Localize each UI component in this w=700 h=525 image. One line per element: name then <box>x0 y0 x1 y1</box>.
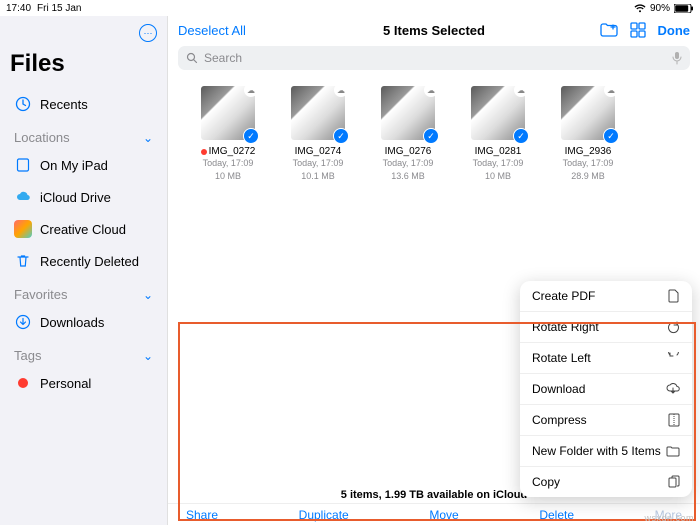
popover-copy[interactable]: Copy <box>520 467 692 497</box>
search-icon <box>186 52 198 64</box>
compress-icon <box>668 413 680 427</box>
rotate-right-icon <box>667 321 680 334</box>
cloud-badge-icon: ☁ <box>334 83 348 97</box>
cloud-badge-icon: ☁ <box>244 83 258 97</box>
selected-check-icon: ✓ <box>333 128 349 144</box>
file-item[interactable]: ☁ ✓ IMG_0272 Today, 17:09 10 MB <box>192 86 264 182</box>
cloud-badge-icon: ☁ <box>514 83 528 97</box>
download-cloud-icon <box>666 383 680 395</box>
file-thumbnail: ☁ ✓ <box>381 86 435 140</box>
cloud-icon <box>14 188 32 206</box>
selection-title: 5 Items Selected <box>383 23 485 38</box>
section-favorites[interactable]: Favorites ⌄ <box>10 287 157 302</box>
chevron-down-icon: ⌄ <box>143 288 153 302</box>
done-button[interactable]: Done <box>658 23 691 38</box>
file-item[interactable]: ☁ ✓ IMG_2936 Today, 17:09 28.9 MB <box>552 86 624 182</box>
file-thumbnail: ☁ ✓ <box>471 86 525 140</box>
trash-icon <box>14 252 32 270</box>
popover-new-folder[interactable]: New Folder with 5 Items <box>520 436 692 467</box>
status-bar: 17:40 Fri 15 Jan 90% <box>0 0 700 16</box>
tag-dot-icon <box>201 149 207 155</box>
file-thumbnail: ☁ ✓ <box>291 86 345 140</box>
selected-check-icon: ✓ <box>603 128 619 144</box>
folder-plus-icon <box>666 445 680 457</box>
copy-icon <box>668 475 680 489</box>
bottom-toolbar: Share Duplicate Move Delete More <box>168 503 700 525</box>
popover-compress[interactable]: Compress <box>520 405 692 436</box>
sidebar-title: Files <box>10 50 157 78</box>
file-item[interactable]: ☁ ✓ IMG_0274 Today, 17:09 10.1 MB <box>282 86 354 182</box>
sidebar-item-creativecloud[interactable]: Creative Cloud <box>10 215 157 243</box>
section-tags[interactable]: Tags ⌄ <box>10 348 157 363</box>
share-button[interactable]: Share <box>186 508 218 522</box>
sidebar-item-recentlydeleted[interactable]: Recently Deleted <box>10 247 157 275</box>
sidebar-recents[interactable]: Recents <box>10 90 157 118</box>
popover-rotate-left[interactable]: Rotate Left <box>520 343 692 374</box>
battery-pct: 90% <box>650 3 670 14</box>
clock-icon <box>14 95 32 113</box>
sidebar-item-onmyipad[interactable]: On My iPad <box>10 151 157 179</box>
files-grid: ☁ ✓ IMG_0272 Today, 17:09 10 MB ☁ ✓ IMG_… <box>168 78 700 190</box>
chevron-down-icon: ⌄ <box>143 349 153 363</box>
file-thumbnail: ☁ ✓ <box>561 86 615 140</box>
sidebar-tag-personal[interactable]: Personal <box>10 369 157 397</box>
sidebar-item-icloud[interactable]: iCloud Drive <box>10 183 157 211</box>
popover-rotate-right[interactable]: Rotate Right <box>520 312 692 343</box>
tag-dot-icon <box>14 374 32 392</box>
mic-icon[interactable] <box>672 51 682 65</box>
file-thumbnail: ☁ ✓ <box>201 86 255 140</box>
top-bar: Deselect All 5 Items Selected Done <box>168 16 700 44</box>
duplicate-button[interactable]: Duplicate <box>299 508 349 522</box>
cloud-badge-icon: ☁ <box>424 83 438 97</box>
search-input[interactable]: Search <box>178 46 690 70</box>
file-item[interactable]: ☁ ✓ IMG_0281 Today, 17:09 10 MB <box>462 86 534 182</box>
battery-icon <box>674 4 694 13</box>
deselect-all-button[interactable]: Deselect All <box>178 23 246 38</box>
new-folder-icon[interactable] <box>600 23 618 37</box>
sidebar-more-button[interactable]: ⋯ <box>139 24 157 42</box>
sidebar-item-downloads[interactable]: Downloads <box>10 308 157 336</box>
status-time: 17:40 <box>6 3 31 14</box>
search-placeholder: Search <box>204 51 242 65</box>
rotate-left-icon <box>667 352 680 365</box>
download-icon <box>14 313 32 331</box>
popover-download[interactable]: Download <box>520 374 692 405</box>
sidebar: ⋯ Files Recents Locations ⌄ On My iPad i… <box>0 16 168 525</box>
creative-cloud-icon <box>14 220 32 238</box>
more-popover: Create PDF Rotate Right Rotate Left Down… <box>520 281 692 497</box>
wifi-icon <box>634 4 646 13</box>
document-icon <box>668 289 680 303</box>
delete-button[interactable]: Delete <box>539 508 574 522</box>
selected-check-icon: ✓ <box>513 128 529 144</box>
view-grid-icon[interactable] <box>630 22 646 38</box>
selected-check-icon: ✓ <box>243 128 259 144</box>
watermark: wsxdn.com <box>644 513 694 523</box>
section-locations[interactable]: Locations ⌄ <box>10 130 157 145</box>
selected-check-icon: ✓ <box>423 128 439 144</box>
cloud-badge-icon: ☁ <box>604 83 618 97</box>
ipad-icon <box>14 156 32 174</box>
sidebar-recents-label: Recents <box>40 97 88 112</box>
popover-create-pdf[interactable]: Create PDF <box>520 281 692 312</box>
chevron-down-icon: ⌄ <box>143 131 153 145</box>
main-pane: Deselect All 5 Items Selected Done Searc… <box>168 16 700 525</box>
status-date: Fri 15 Jan <box>37 3 81 14</box>
file-item[interactable]: ☁ ✓ IMG_0276 Today, 17:09 13.6 MB <box>372 86 444 182</box>
move-button[interactable]: Move <box>429 508 458 522</box>
